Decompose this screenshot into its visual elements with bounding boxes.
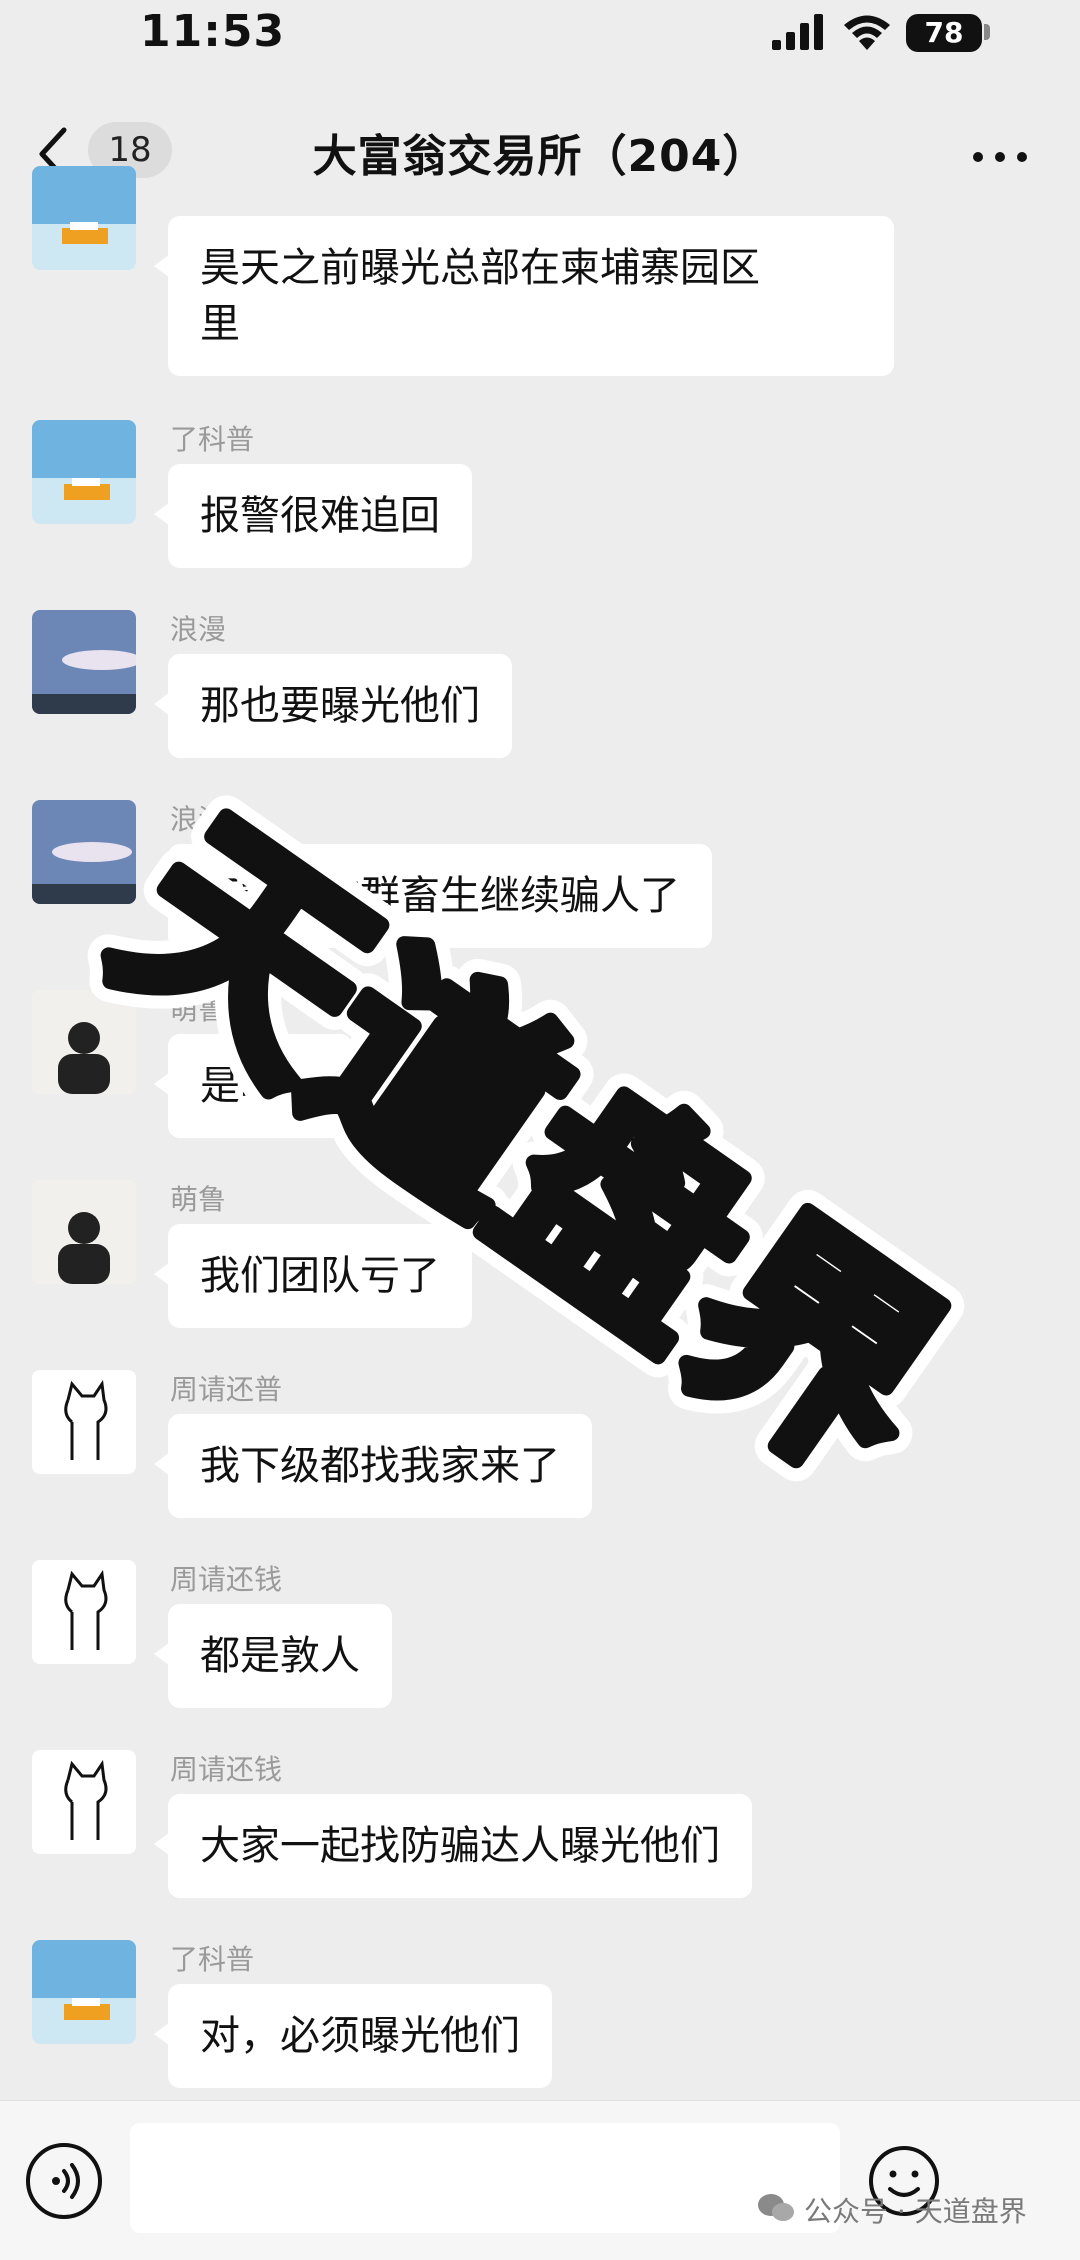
avatar[interactable] (32, 166, 136, 270)
message-bubble[interactable]: 报警很难追回 (154, 464, 472, 568)
message-text: 对，必须曝光他们 (200, 2013, 520, 2059)
battery-indicator: 78 (906, 14, 982, 52)
message-text: 不能让这群畜生继续骗人了 (200, 873, 680, 919)
avatar[interactable] (32, 800, 136, 904)
message-input[interactable] (130, 2123, 840, 2233)
message-text: 昊天之前曝光总部在柬埔寨园区 里 (200, 245, 760, 347)
cat-avatar-icon (32, 1750, 136, 1854)
message-bubble[interactable]: 大家一起找防骗达人曝光他们 (154, 1794, 752, 1898)
voice-input-button[interactable] (26, 2143, 102, 2219)
avatar[interactable] (32, 990, 136, 1094)
voice-icon (52, 2163, 80, 2199)
wifi-icon (844, 15, 890, 50)
footer-watermark: 公众号 · 天道盘界 (804, 2195, 1027, 2228)
nav-bar: 大富翁交易所（204） 18 (0, 100, 1080, 210)
message-text: 都是敦人 (200, 1633, 360, 1679)
message-bubble[interactable]: 对，必须曝光他们 (154, 1984, 552, 2088)
boat-avatar-icon (32, 1940, 136, 2044)
avatar[interactable] (32, 610, 136, 714)
message-bubble[interactable]: 那也要曝光他们 (154, 654, 512, 758)
chat-screen: 11:53 78 大富翁交易所（204） 18 昊天之前曝光总部在柬埔寨园区 里… (0, 0, 1080, 2260)
sender-name: 浪漫 (170, 803, 227, 836)
cat-avatar-icon (32, 1370, 136, 1474)
message-text: 我下级都找我家来了 (200, 1443, 560, 1489)
input-bar (0, 2100, 1080, 2260)
sender-name: 浪漫 (170, 613, 227, 646)
sky-avatar-icon (32, 610, 136, 714)
message-text: 大家一起找防骗达人曝光他们 (200, 1823, 720, 1869)
sender-name: 周请还普 (170, 1373, 283, 1406)
avatar[interactable] (32, 1940, 136, 2044)
avatar[interactable] (32, 1750, 136, 1854)
message-text: 我们团队亏了 (200, 1253, 440, 1299)
more-options-icon[interactable] (970, 150, 1030, 164)
person-avatar-icon (32, 1180, 136, 1284)
avatar[interactable] (32, 1560, 136, 1664)
message-list[interactable]: 昊天之前曝光总部在柬埔寨园区 里 了科普 报警很难追回 浪漫 那也要曝光他们 浪… (0, 166, 1080, 2100)
sender-name: 萌鲁 (170, 993, 227, 1026)
cat-avatar-icon (32, 1560, 136, 1664)
sky-avatar-icon (32, 800, 136, 904)
avatar[interactable] (32, 1370, 136, 1474)
message-bubble[interactable]: 昊天之前曝光总部在柬埔寨园区 里 (154, 216, 894, 376)
message-text: 报警很难追回 (200, 493, 440, 539)
boat-avatar-icon (32, 166, 136, 270)
sender-name: 了科普 (170, 423, 255, 456)
battery-cap (984, 24, 990, 40)
message-text: 那也要曝光他们 (200, 683, 480, 729)
status-time: 11:53 (140, 6, 286, 57)
person-avatar-icon (32, 990, 136, 1094)
boat-avatar-icon (32, 420, 136, 524)
message-bubble[interactable]: 都是敦人 (154, 1604, 392, 1708)
avatar[interactable] (32, 420, 136, 524)
avatar[interactable] (32, 1180, 136, 1284)
cellular-signal-icon (772, 14, 823, 50)
message-bubble[interactable]: 是啊， (154, 1034, 352, 1138)
message-bubble[interactable]: 我下级都找我家来了 (154, 1414, 592, 1518)
message-bubble[interactable]: 不能让这群畜生继续骗人了 (154, 844, 712, 948)
sender-name: 萌鲁 (170, 1183, 227, 1216)
sender-name: 周请还钱 (170, 1563, 283, 1596)
sender-name: 周请还钱 (170, 1753, 283, 1786)
wechat-icon (758, 2194, 794, 2221)
status-bar: 11:53 78 (0, 0, 1080, 70)
message-text: 是啊， (200, 1063, 320, 1109)
sender-name: 了科普 (170, 1943, 255, 1976)
message-bubble[interactable]: 我们团队亏了 (154, 1224, 472, 1328)
